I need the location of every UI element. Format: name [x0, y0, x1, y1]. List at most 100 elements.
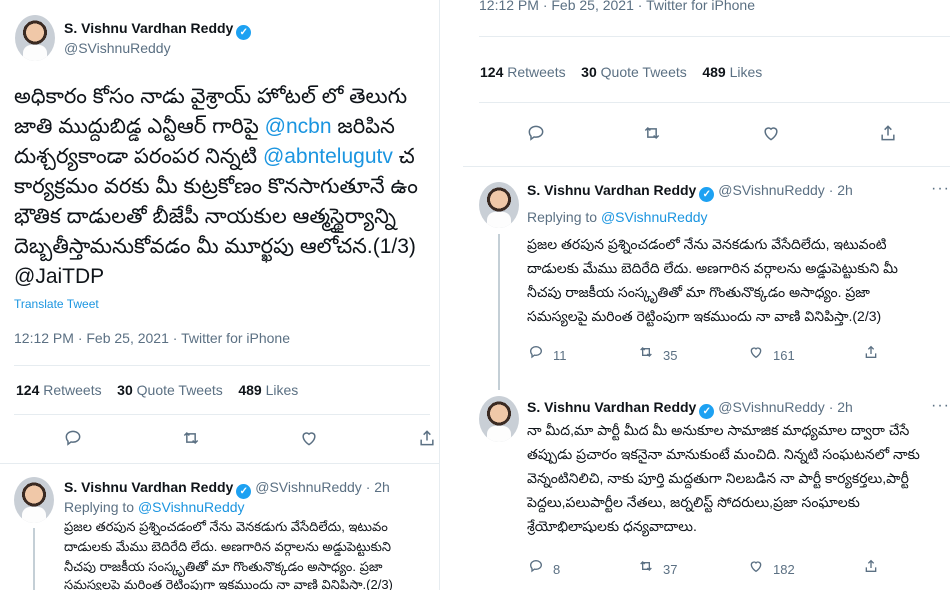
retweets-label[interactable]: Retweets [43, 382, 101, 398]
panel-gap [441, 0, 463, 590]
replying-to-link[interactable]: @SVishnuReddy [138, 499, 245, 515]
retweets-label[interactable]: Retweets [507, 64, 565, 80]
likes-stat[interactable]: 489 Likes [702, 64, 762, 80]
replying-to-link[interactable]: @SVishnuReddy [601, 209, 708, 225]
replying-label: Replying to [527, 209, 601, 225]
retweet-icon[interactable] [180, 428, 202, 450]
comment-icon[interactable] [527, 344, 545, 365]
tweet-body-text: జాతి ముద్దుబిడ్డ ఎన్టీఆర్ గారిపై [14, 115, 265, 138]
reply-handle-time[interactable]: @SVishnuReddy · 2h [255, 479, 390, 495]
quotes-stat[interactable]: 30 Quote Tweets [581, 64, 687, 80]
tweet-stats: 124 Retweets 30 Quote Tweets 489 Likes [480, 64, 762, 80]
verified-badge-icon: ✓ [236, 25, 252, 40]
verified-badge-icon: ✓ [236, 484, 252, 499]
comment-icon[interactable] [525, 123, 547, 145]
retweets-count[interactable]: 124 [480, 64, 503, 80]
reply-author-name[interactable]: S. Vishnu Vardhan Reddy ✓ @SVishnuReddy ·… [527, 182, 853, 202]
share-action[interactable] [862, 344, 888, 365]
quotes-count[interactable]: 30 [581, 64, 597, 80]
retweets-stat[interactable]: 124 Retweets [480, 64, 566, 80]
heart-icon[interactable] [760, 123, 782, 145]
like-count[interactable]: 161 [773, 348, 795, 363]
reply-action[interactable]: 8 [527, 558, 560, 579]
share-icon[interactable] [416, 428, 438, 450]
author-handle[interactable]: @SVishnuReddy [64, 40, 171, 56]
tweet-body-line-6: దెబ్బతీస్తామనుకోవడం మీ మూర్ఖపు ఆలోచన.(1/… [14, 235, 416, 258]
reply-line-4: సమస్యలపై మరింత రెట్టింపుగా ఇకముందు నా వా… [527, 308, 882, 324]
quotes-stat[interactable]: 30 Quote Tweets [117, 382, 223, 398]
share-action[interactable] [862, 558, 888, 579]
retweets-count[interactable]: 124 [16, 382, 39, 398]
retweets-stat[interactable]: 124 Retweets [16, 382, 102, 398]
reply-author-avatar[interactable] [479, 396, 519, 442]
divider [0, 463, 439, 464]
quotes-label[interactable]: Quote Tweets [601, 64, 687, 80]
tweet-body-line-3: దుశ్చర్యకాండా పరంపర నిన్నటి @abntelugutv… [14, 142, 415, 172]
likes-label[interactable]: Likes [730, 64, 763, 80]
divider [463, 166, 950, 167]
retweet-icon[interactable] [637, 558, 655, 579]
reply-author-name[interactable]: S. Vishnu Vardhan Reddy ✓ @SVishnuReddy ·… [527, 399, 853, 419]
retweet-count[interactable]: 35 [663, 348, 677, 363]
translate-tweet-link[interactable]: Translate Tweet [14, 297, 99, 311]
verified-badge-icon: ✓ [699, 187, 715, 202]
reply-count[interactable]: 8 [553, 562, 560, 577]
reply-author-name-text[interactable]: S. Vishnu Vardhan Reddy [527, 182, 696, 198]
reply-author-name[interactable]: S. Vishnu Vardhan Reddy ✓ @SVishnuReddy ·… [64, 479, 390, 499]
more-dots-icon[interactable]: ··· [931, 397, 950, 415]
tweet-body-text: చ [392, 145, 415, 168]
reply-author-avatar[interactable] [479, 182, 519, 228]
tweet-timestamp[interactable]: 12:12 PM · Feb 25, 2021 · Twitter for iP… [14, 330, 290, 346]
quotes-label[interactable]: Quote Tweets [137, 382, 223, 398]
author-avatar[interactable] [15, 15, 55, 61]
retweet-action[interactable]: 37 [637, 558, 677, 579]
reply-count[interactable]: 11 [553, 348, 567, 363]
mention-ncbn-link[interactable]: @ncbn [265, 115, 332, 138]
quotes-count[interactable]: 30 [117, 382, 133, 398]
reply-line-2: దాడులకు మేము బెదిరేది లేదు. అణగారిన వర్గ… [64, 539, 392, 554]
share-icon[interactable] [877, 123, 899, 145]
author-name[interactable]: S. Vishnu Vardhan Reddy ✓ [64, 20, 252, 40]
reply-line-5: శ్రేయోభిలాషులకు ధన్యవాదాలు. [527, 518, 697, 534]
mention-jaitdp-link[interactable]: @JaiTDP [14, 262, 104, 292]
reply-line-1: నా మీద,మా పార్టీ మీద మీ అనుకూల సామాజిక మ… [527, 422, 910, 438]
retweet-count[interactable]: 37 [663, 562, 677, 577]
reply-handle-time[interactable]: @SVishnuReddy · 2h [718, 182, 853, 198]
author-name-text[interactable]: S. Vishnu Vardhan Reddy [64, 20, 233, 36]
likes-count[interactable]: 489 [238, 382, 261, 398]
retweet-icon[interactable] [637, 344, 655, 365]
mention-abn-link[interactable]: @abntelugutv [263, 145, 393, 168]
replying-label: Replying to [64, 499, 138, 515]
reply-line-2: తప్పుడు ప్రచారం ఇకనైనా మానుకుంటే మంచిది.… [527, 446, 920, 462]
likes-stat[interactable]: 489 Likes [238, 382, 298, 398]
tweet-body-line-2: జాతి ముద్దుబిడ్డ ఎన్టీఆర్ గారిపై @ncbn జ… [14, 112, 395, 142]
more-dots-icon[interactable]: ··· [931, 180, 950, 198]
retweet-icon[interactable] [641, 123, 663, 145]
comment-icon[interactable] [62, 428, 84, 450]
share-icon[interactable] [862, 344, 880, 365]
reply-author-name-text[interactable]: S. Vishnu Vardhan Reddy [527, 399, 696, 415]
like-action[interactable]: 182 [747, 558, 795, 579]
reply-action[interactable]: 11 [527, 344, 567, 365]
comment-icon[interactable] [527, 558, 545, 579]
tweet-body-text: దుశ్చర్యకాండా పరంపర నిన్నటి [14, 145, 263, 168]
tweet-timestamp[interactable]: 12:12 PM · Feb 25, 2021 · Twitter for iP… [479, 0, 755, 13]
replies-panel: 12:12 PM · Feb 25, 2021 · Twitter for iP… [463, 0, 950, 590]
heart-icon[interactable] [747, 558, 765, 579]
divider [14, 365, 430, 366]
share-icon[interactable] [862, 558, 880, 579]
likes-label[interactable]: Likes [266, 382, 299, 398]
reply-line-1: ప్రజల తరపున ప్రశ్నించడంలో నేను వెనకడుగు … [64, 519, 388, 534]
reply-line-3: నీచపు రాజకీయ సంస్కృతితో మా గొంతునొక్కడం … [527, 284, 870, 300]
like-count[interactable]: 182 [773, 562, 795, 577]
thread-line [33, 528, 35, 590]
like-action[interactable]: 161 [747, 344, 795, 365]
reply-handle-time[interactable]: @SVishnuReddy · 2h [718, 399, 853, 415]
reply-author-avatar[interactable] [14, 477, 54, 523]
heart-icon[interactable] [298, 428, 320, 450]
retweet-action[interactable]: 35 [637, 344, 677, 365]
reply-author-name-text[interactable]: S. Vishnu Vardhan Reddy [64, 479, 233, 495]
verified-badge-icon: ✓ [699, 404, 715, 419]
likes-count[interactable]: 489 [702, 64, 725, 80]
heart-icon[interactable] [747, 344, 765, 365]
